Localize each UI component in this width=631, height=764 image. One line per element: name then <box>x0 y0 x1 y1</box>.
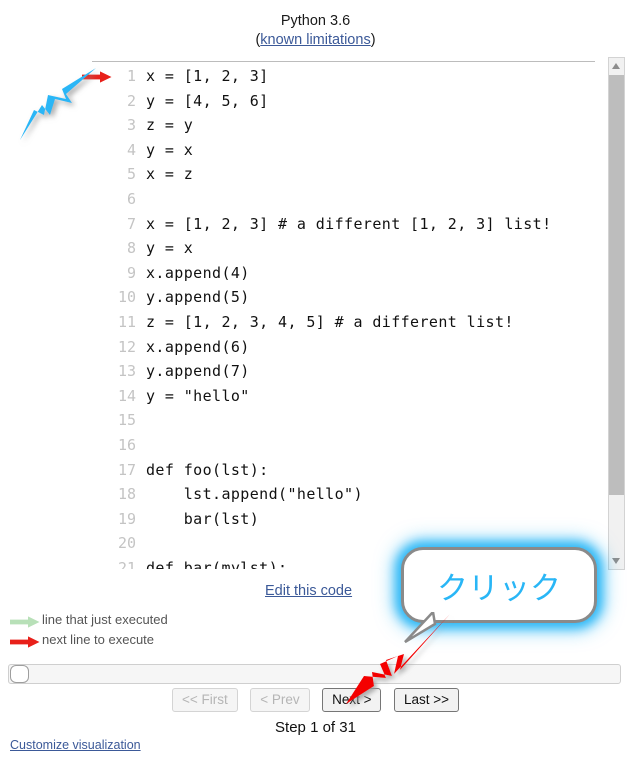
page-title: Python 3.6 <box>280 13 351 29</box>
code-line-text: y = "hello" <box>146 386 250 405</box>
line-number: 20 <box>117 534 136 553</box>
code-line[interactable]: 7 x = [1, 2, 3] # a different [1, 2, 3] l… <box>76 212 595 237</box>
click-callout-bubble: クリック <box>401 547 597 623</box>
code-line[interactable]: 19 bar(lst) <box>76 507 595 532</box>
code-line[interactable]: 16 <box>76 433 595 458</box>
next-button[interactable]: Next > <box>322 688 382 712</box>
code-line[interactable]: 12 x.append(6) <box>76 335 595 360</box>
edit-this-code-link[interactable]: Edit this code <box>265 583 352 599</box>
code-line[interactable]: 18 lst.append("hello") <box>76 482 595 507</box>
known-limitations-line: (known limitations) <box>0 31 631 50</box>
scrollbar-thumb[interactable] <box>609 75 624 495</box>
scroll-up-button[interactable] <box>609 58 624 74</box>
line-number: 19 <box>117 509 136 528</box>
known-limitations-link[interactable]: known limitations <box>260 32 370 48</box>
line-number: 14 <box>117 386 136 405</box>
code-line[interactable]: 5 x = z <box>76 162 595 187</box>
code-divider <box>92 61 595 62</box>
code-display-area: 1 x = [1, 2, 3] 2 y = [4, 5, 6] 3 z = y 4 y = x… <box>76 64 595 569</box>
step-slider-track[interactable] <box>8 664 621 684</box>
last-button[interactable]: Last >> <box>393 688 459 712</box>
customize-visualization-link[interactable]: Customize visualization <box>10 738 141 752</box>
code-line[interactable]: 8 y = x <box>76 236 595 261</box>
code-line[interactable]: 4 y = x <box>76 138 595 163</box>
line-number: 17 <box>117 460 136 479</box>
line-number: 6 <box>126 189 136 208</box>
line-number: 8 <box>126 239 136 258</box>
code-line-text: lst.append("hello") <box>146 485 363 504</box>
step-slider-handle[interactable] <box>10 665 29 683</box>
code-lines-container: 1 x = [1, 2, 3] 2 y = [4, 5, 6] 3 z = y 4 y = x… <box>76 64 595 569</box>
visualizer-header: Python 3.6 (known limitations) <box>0 12 631 50</box>
code-line-text: bar(lst) <box>146 509 260 528</box>
arrow-right-icon <box>10 616 40 628</box>
code-line[interactable]: 9 x.append(4) <box>76 261 595 286</box>
paren-close: ) <box>370 32 376 48</box>
line-number: 21 <box>117 558 136 569</box>
code-line[interactable]: 17 def foo(lst): <box>76 458 595 483</box>
line-number: 5 <box>126 165 136 184</box>
navigation-controls: << First < Prev Next > Last >> <box>0 688 631 712</box>
arrow-right-icon <box>10 614 40 628</box>
code-line[interactable]: 15 <box>76 408 595 433</box>
line-number: 15 <box>117 411 136 430</box>
code-line-text: x.append(6) <box>146 337 250 356</box>
line-number: 3 <box>126 116 136 135</box>
code-line[interactable]: 1 x = [1, 2, 3] <box>76 64 595 89</box>
line-number: 11 <box>117 312 136 331</box>
prev-button[interactable]: < Prev <box>250 688 310 712</box>
line-number: 7 <box>126 214 136 233</box>
code-line-text: y.append(7) <box>146 362 250 381</box>
code-line-text: y = [4, 5, 6] <box>146 91 269 110</box>
code-line[interactable]: 10 y.append(5) <box>76 285 595 310</box>
code-line-text: z = y <box>146 116 194 135</box>
code-line-text: x.append(4) <box>146 263 250 282</box>
line-number: 13 <box>117 362 136 381</box>
legend-item: line that just executed <box>10 610 168 630</box>
line-number: 2 <box>126 91 136 110</box>
execution-legend: line that just executed next line to exec… <box>10 610 168 650</box>
line-number: 18 <box>117 485 136 504</box>
legend-item-label: line that just executed <box>42 612 168 627</box>
first-button[interactable]: << First <box>172 688 238 712</box>
code-line[interactable]: 13 y.append(7) <box>76 359 595 384</box>
step-counter-label: Step 1 of 31 <box>275 719 356 736</box>
code-line[interactable]: 14 y = "hello" <box>76 384 595 409</box>
code-scrollbar[interactable] <box>608 57 625 570</box>
line-number: 1 <box>126 67 136 85</box>
line-number: 9 <box>126 263 136 282</box>
arrow-right-icon <box>10 636 40 648</box>
chevron-up-icon <box>612 63 620 69</box>
legend-item: next line to execute <box>10 630 168 650</box>
code-line-text: y = x <box>146 239 194 258</box>
code-line[interactable]: 11 z = [1, 2, 3, 4, 5] # a different list… <box>76 310 595 335</box>
code-line-text: y = x <box>146 140 194 159</box>
code-line[interactable]: 2 y = [4, 5, 6] <box>76 89 595 114</box>
code-line-text: x = [1, 2, 3] # a different [1, 2, 3] li… <box>146 214 552 233</box>
legend-item-label: next line to execute <box>42 632 155 647</box>
line-number: 16 <box>117 435 136 454</box>
click-callout-text: クリック <box>437 570 561 607</box>
code-line-text: def bar(mylst): <box>146 558 288 569</box>
chevron-down-icon <box>612 558 620 564</box>
scroll-down-button[interactable] <box>609 553 624 569</box>
code-line-text: def foo(lst): <box>146 460 269 479</box>
line-number: 10 <box>117 288 136 307</box>
code-line[interactable]: 3 z = y <box>76 113 595 138</box>
code-line-text: z = [1, 2, 3, 4, 5] # a different list! <box>146 312 514 331</box>
code-line-text: x = z <box>146 165 194 184</box>
code-line[interactable]: 6 <box>76 187 595 212</box>
arrow-right-icon <box>10 634 40 648</box>
line-number: 12 <box>117 337 136 356</box>
code-line-text: x = [1, 2, 3] <box>146 67 269 85</box>
line-number: 4 <box>126 140 136 159</box>
code-line-text: y.append(5) <box>146 288 250 307</box>
